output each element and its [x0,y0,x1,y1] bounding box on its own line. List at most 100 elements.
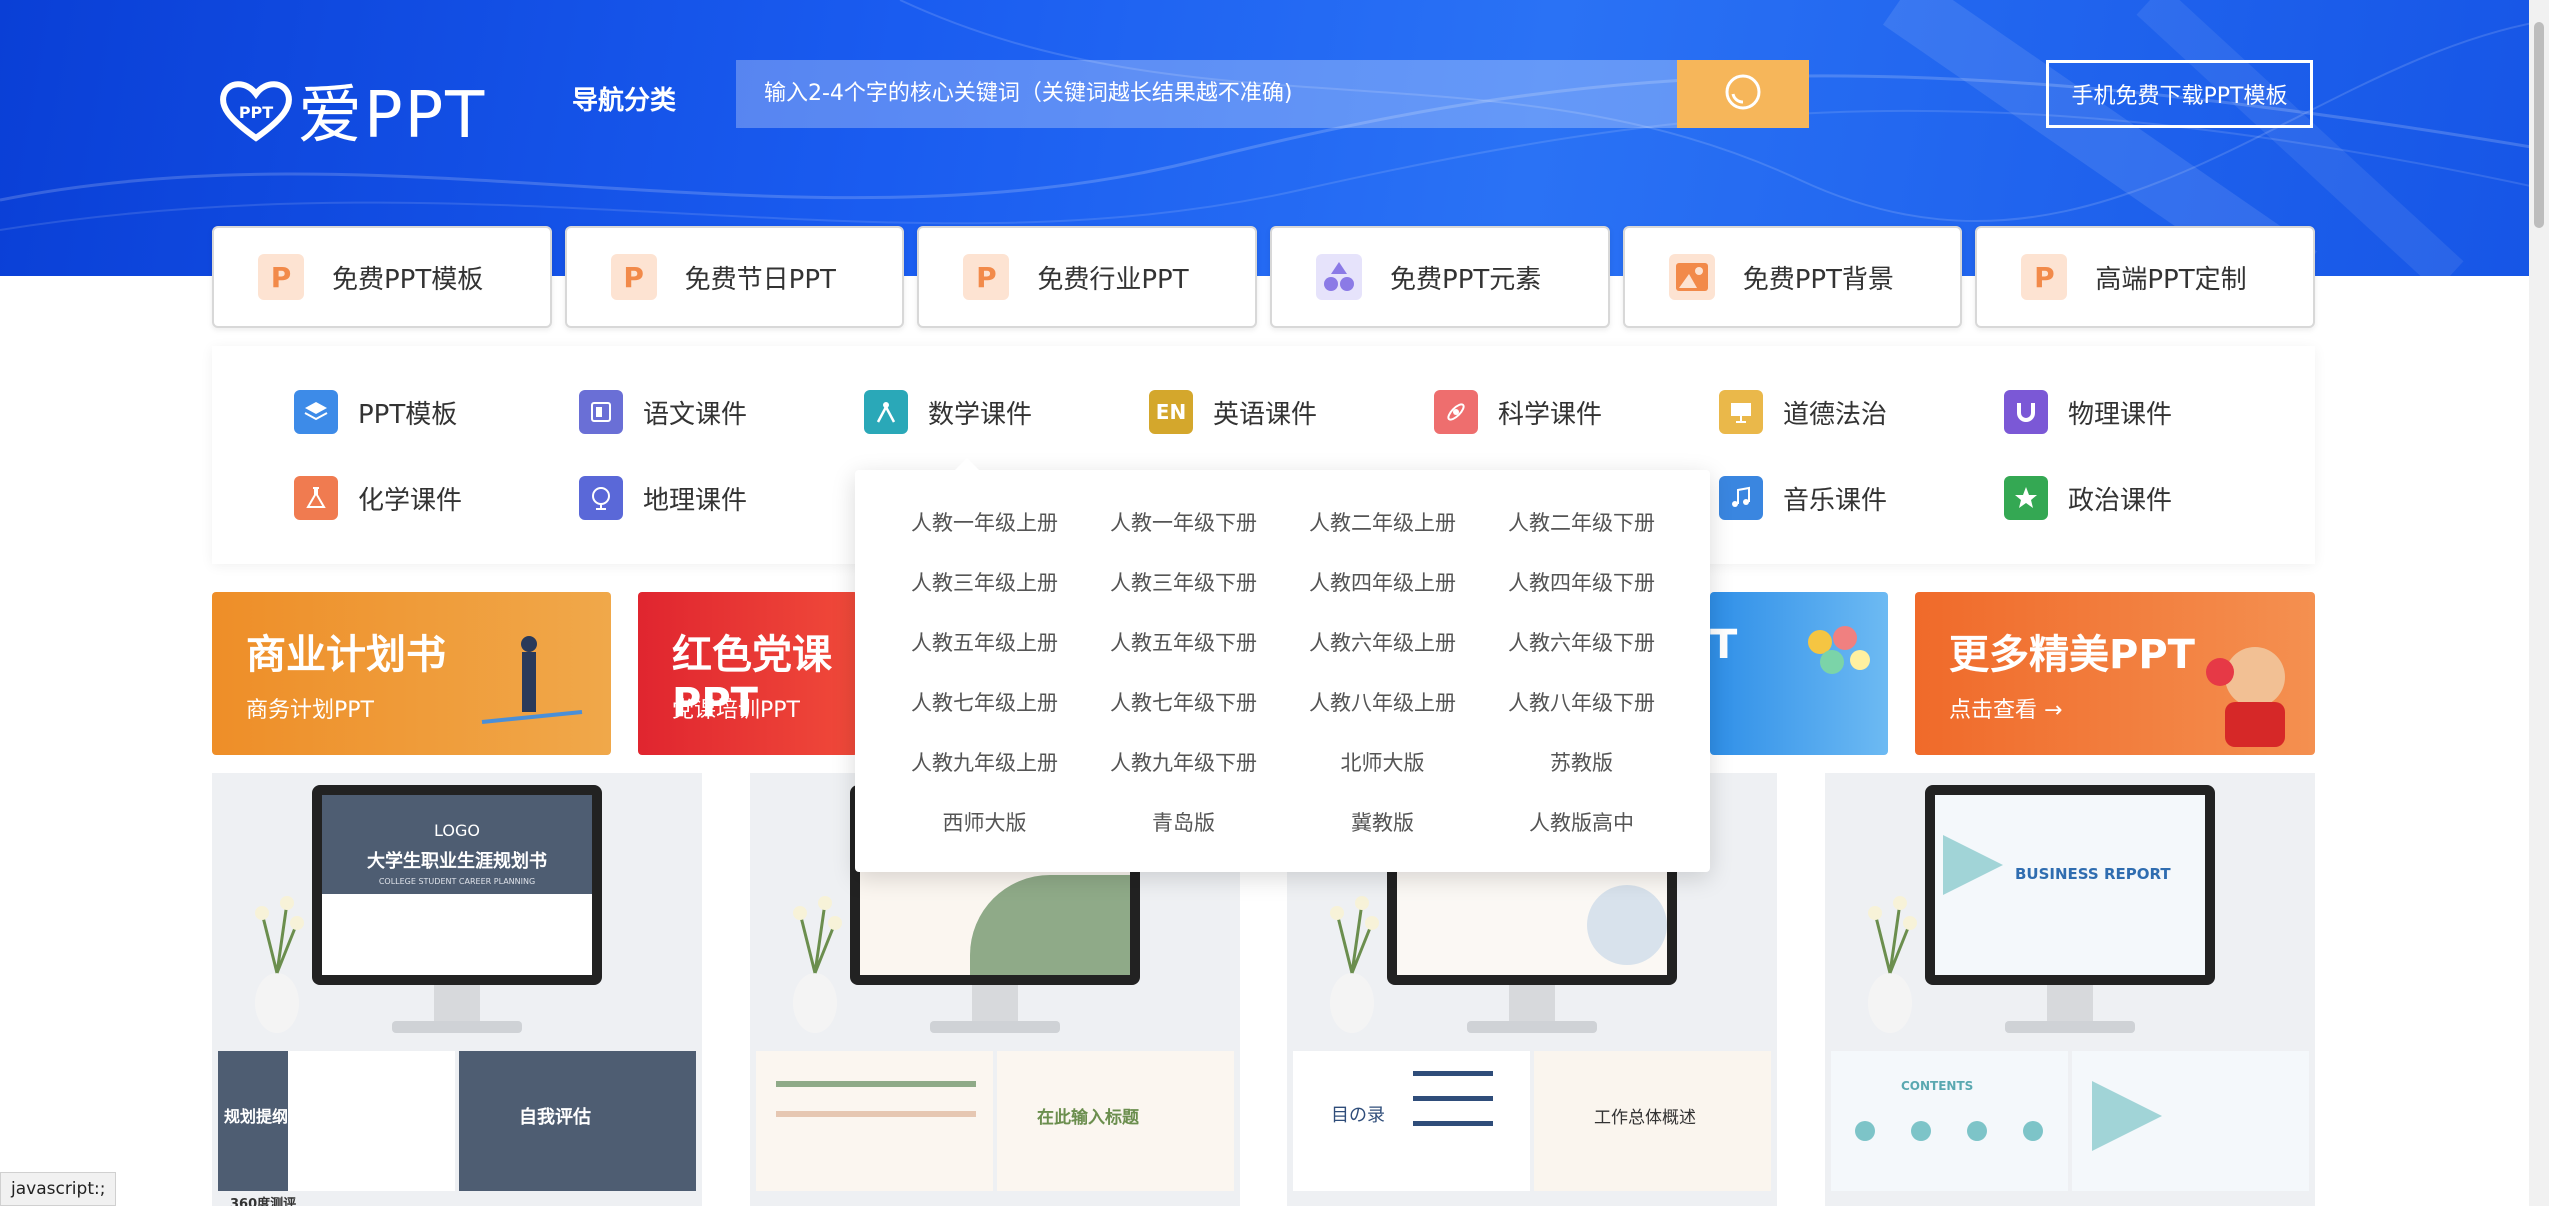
screen-logo: LOGO [434,821,480,840]
subject-label: 英语课件 [1213,399,1318,430]
nav-category-link[interactable]: 导航分类 [572,80,676,117]
flower-vase-icon [1330,896,1379,1033]
site-logo[interactable]: PPT 爱PPT [218,64,486,156]
shapes-icon [1316,254,1363,300]
slide-heading: 在此输入标题 [1037,1108,1139,1128]
grade-option[interactable]: 人教一年级下册 [1084,496,1283,556]
grade-option[interactable]: 青岛版 [1084,796,1283,856]
subject-label: 语文课件 [643,399,748,430]
grade-option[interactable]: 西师大版 [885,796,1084,856]
category-label: 免费PPT元素 [1390,264,1542,295]
category-label: 免费节日PPT [684,264,836,295]
logo-badge-text: PPT [239,103,273,122]
preview-slide: 在此输入标题 [997,1051,1234,1191]
grade-option[interactable]: 人教三年级下册 [1084,556,1283,616]
grade-option[interactable]: 人教版高中 [1482,796,1681,856]
page-scrollbar[interactable] [2529,0,2549,1206]
grade-option[interactable]: 冀教版 [1283,796,1482,856]
globe-icon [579,476,623,520]
category-label: 高端PPT定制 [2095,264,2247,295]
magnet-icon [2004,390,2048,434]
preview-slide [2072,1051,2309,1191]
slide-heading: CONTENTS [1901,1079,1974,1093]
mascot-illustration [2206,647,2285,747]
grade-option[interactable]: 人教四年级下册 [1482,556,1681,616]
card-footer: 360度测评 [230,1197,297,1206]
grade-option[interactable]: 人教七年级上册 [885,676,1084,736]
category-card-free-ppt[interactable]: P 免费PPT模板 [212,226,552,328]
subject-geography[interactable]: 地理课件 [579,476,747,520]
banner-business-plan[interactable]: 商业计划书 商务计划PPT [212,592,611,755]
subject-ppt-template[interactable]: PPT模板 [294,390,457,434]
preview-slide: CONTENTS [1831,1051,2068,1191]
subject-science[interactable]: 科学课件 [1434,390,1602,434]
ppt-p-icon: P [2021,254,2068,300]
category-card-holiday[interactable]: P 免费节日PPT [564,226,905,328]
category-card-background[interactable]: 免费PPT背景 [1622,226,1963,328]
layers-icon [294,390,338,434]
grade-option[interactable]: 人教九年级上册 [885,736,1084,796]
search-bar: 输入2-4个字的核心关键词（关键词越长结果越不准确) [736,60,1809,128]
math-grade-dropdown: 人教一年级上册 人教一年级下册 人教二年级上册 人教二年级下册人教三年级上册 人教三年级… [855,458,1710,872]
subject-politics[interactable]: 政治课件 [2004,476,2172,520]
slide-heading: 自我评估 [519,1107,591,1128]
businessman-illustration [481,636,583,724]
preview-slide: 自我评估 [459,1051,696,1191]
star-icon [2004,476,2048,520]
category-card-custom[interactable]: P 高端PPT定制 [1975,226,2316,328]
grade-option[interactable]: 人教五年级上册 [885,616,1084,676]
grade-option[interactable]: 人教七年级下册 [1084,676,1283,736]
template-card[interactable]: LOGO 大学生职业生涯规划书 COLLEGE STUDENT CAREER P… [212,773,702,1206]
grade-option[interactable]: 人教八年级上册 [1283,676,1482,736]
template-card[interactable]: BUSINESS REPORT CONTENTS [1825,773,2315,1206]
grade-option[interactable]: 人教九年级下册 [1084,736,1283,796]
subject-physics[interactable]: 物理课件 [2004,390,2172,434]
banner-subtitle: 点击查看 → [1949,698,2063,723]
ppt-p-icon: P [610,254,657,300]
grade-option[interactable]: 人教二年级下册 [1482,496,1681,556]
scrollbar-thumb[interactable] [2534,22,2544,228]
category-label: 免费PPT背景 [1742,264,1894,295]
grade-option[interactable]: 人教一年级上册 [885,496,1084,556]
atom-icon [1434,390,1478,434]
category-card-industry[interactable]: P 免费行业PPT [917,226,1258,328]
grade-option[interactable]: 人教六年级上册 [1283,616,1482,676]
grade-option[interactable]: 人教三年级上册 [885,556,1084,616]
subject-chinese[interactable]: 语文课件 [579,390,747,434]
status-bar-url: javascript:; [0,1172,117,1206]
monitor-preview: LOGO 大学生职业生涯规划书 COLLEGE STUDENT CAREER P… [312,785,602,985]
screen-title: BUSINESS REPORT [2015,865,2171,883]
subject-music[interactable]: 音乐课件 [1719,476,1887,520]
subject-morality[interactable]: 道德法治 [1719,390,1887,434]
search-button[interactable] [1677,60,1809,128]
category-card-elements[interactable]: 免费PPT元素 [1270,226,1610,328]
slide-heading: 规划提纲 [224,1107,289,1126]
grade-option[interactable]: 苏教版 [1482,736,1681,796]
slide-heading: 目の录 [1331,1105,1385,1126]
grade-option[interactable]: 人教五年级下册 [1084,616,1283,676]
banner-title: T [1710,622,1738,668]
subject-english[interactable]: EN 英语课件 [1149,390,1317,434]
preview-slide: 规划提纲 [218,1051,455,1191]
subject-label: 地理课件 [643,485,748,516]
banner-more-ppt[interactable]: 更多精美PPT 点击查看 → [1915,592,2315,755]
subject-chemistry[interactable]: 化学课件 [294,476,462,520]
banner-third[interactable]: T [1710,592,1888,755]
grade-option[interactable]: 北师大版 [1283,736,1482,796]
preview-slide: 目の录 [1293,1051,1530,1191]
slide-heading: 工作总体概述 [1594,1108,1696,1128]
compass-icon [864,390,908,434]
mobile-download-button[interactable]: 手机免费下载PPT模板 [2046,60,2313,128]
category-cards: P 免费PPT模板 P 免费节日PPT P 免费行业PPT 免费PPT元素 免费… [212,226,2316,328]
subject-math[interactable]: 数学课件 [864,390,1032,434]
banner-party-lesson[interactable]: 红色党课PPT 党课培训PPT [638,592,858,755]
grade-option[interactable]: 人教八年级下册 [1482,676,1681,736]
logo-text: 爱PPT [298,79,487,153]
grade-option[interactable]: 人教四年级上册 [1283,556,1482,616]
grade-option[interactable]: 人教二年级上册 [1283,496,1482,556]
grade-option[interactable]: 人教六年级下册 [1482,616,1681,676]
heart-logo-icon: PPT [220,81,292,142]
balloons-illustration [1808,626,1870,674]
flower-vase-icon [793,896,842,1033]
search-input[interactable]: 输入2-4个字的核心关键词（关键词越长结果越不准确) [736,60,1677,128]
